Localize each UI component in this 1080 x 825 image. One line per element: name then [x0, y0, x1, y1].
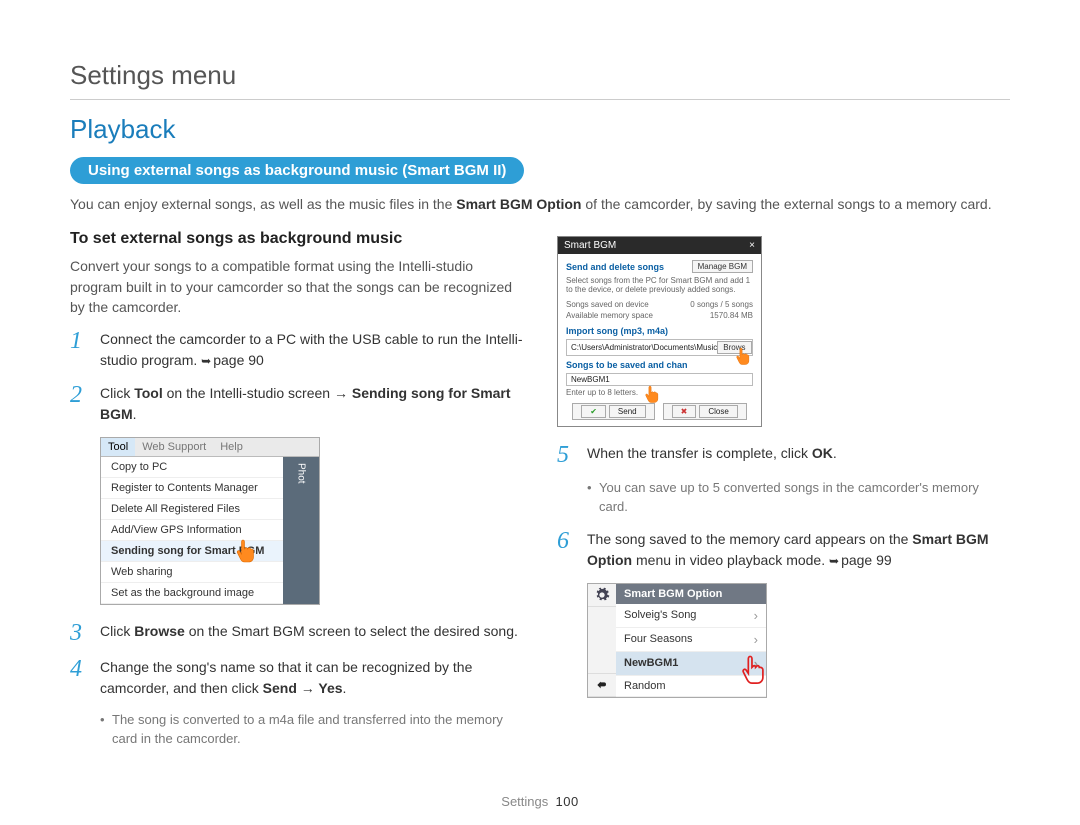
topic-pill: Using external songs as background music… [70, 157, 524, 184]
step-3: 3 Click Browse on the Smart BGM screen t… [70, 621, 523, 645]
cursor-hand-icon [644, 384, 662, 408]
dialog-title: Smart BGM [564, 240, 616, 251]
manage-bgm-button: Manage BGM [692, 260, 753, 273]
close-icon: × [749, 240, 755, 251]
intro-text: You can enjoy external songs, as well as… [70, 194, 1010, 214]
step-number: 2 [70, 383, 88, 425]
option-title: Smart BGM Option [616, 584, 766, 604]
camcorder-option-screenshot: Smart BGM Option Solveig's Song› Four Se… [587, 583, 767, 698]
note-bullet: The song is converted to a m4a file and … [100, 711, 523, 749]
close-button: ✖Close [663, 403, 747, 420]
chevron-right-icon: › [754, 632, 758, 647]
step-6: 6 The song saved to the memory card appe… [557, 529, 1010, 571]
step-4: 4 Change the song's name so that it can … [70, 657, 523, 699]
menu-item: Delete All Registered Files [101, 499, 283, 520]
step-5: 5 When the transfer is complete, click O… [557, 443, 1010, 467]
menu-tab-tool: Tool [101, 438, 135, 456]
back-icon [588, 674, 616, 697]
step-number: 5 [557, 443, 575, 467]
subheading: To set external songs as background musi… [70, 230, 523, 248]
intelli-studio-tool-menu-screenshot: Tool Web Support Help Copy to PC Registe… [100, 437, 320, 605]
menu-tab-help: Help [213, 438, 250, 456]
step-number: 4 [70, 657, 88, 699]
page-ref: page 99 [829, 552, 892, 568]
step-1: 1 Connect the camcorder to a PC with the… [70, 329, 523, 371]
step-number: 3 [70, 621, 88, 645]
section-title: Playback [70, 114, 1010, 145]
menu-item: Copy to PC [101, 457, 283, 478]
step-2: 2 Click Tool on the Intelli-studio scree… [70, 383, 523, 425]
menu-item: Set as the background image [101, 583, 283, 604]
send-button: ✔Send [572, 403, 654, 420]
option-row: Four Seasons› [616, 628, 766, 652]
option-row-selected: NewBGM1› [616, 652, 766, 676]
page-ref: page 90 [201, 352, 264, 368]
paragraph: Convert your songs to a compatible forma… [70, 256, 523, 317]
note-bullet: You can save up to 5 converted songs in … [587, 479, 1010, 517]
step-number: 1 [70, 329, 88, 371]
cursor-hand-icon [735, 346, 753, 370]
option-row: Random [616, 676, 766, 697]
menu-item-highlighted: Sending song for Smart BGM [101, 541, 283, 562]
gear-icon [588, 584, 616, 607]
browse-button: Brows [717, 341, 751, 354]
page-footer: Settings 100 [0, 794, 1080, 809]
menu-tab-websupport: Web Support [135, 438, 213, 456]
chevron-right-icon: › [754, 608, 758, 623]
breadcrumb: Settings menu [70, 60, 1010, 100]
option-row: Solveig's Song› [616, 604, 766, 628]
smart-bgm-dialog-screenshot: Smart BGM × Send and delete songs Manage… [557, 236, 762, 427]
menu-item: Web sharing [101, 562, 283, 583]
step-number: 6 [557, 529, 575, 571]
menu-item: Register to Contents Manager [101, 478, 283, 499]
side-panel: Phot [283, 457, 319, 604]
